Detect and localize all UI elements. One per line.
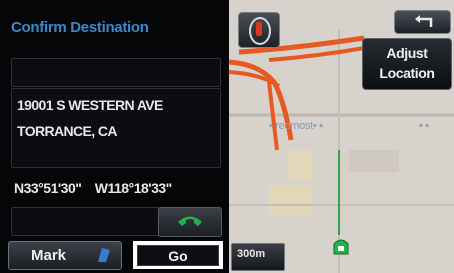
page-title: Confirm Destination <box>11 19 149 36</box>
compass-button[interactable] <box>238 12 280 48</box>
longitude-text: W118°18'33" <box>94 180 173 196</box>
phone-icon <box>178 216 202 226</box>
coordinates: N33°51'30" W118°18'33" <box>14 180 182 196</box>
street-name-label-right: • • <box>419 120 429 132</box>
compass-needle <box>256 22 262 36</box>
map-scale-button[interactable]: 300m <box>231 243 285 271</box>
go-button-label: Go <box>168 248 188 264</box>
address-line-1: 19001 S WESTERN AVE <box>17 97 163 113</box>
adjust-label-line-1: Adjust <box>386 45 428 61</box>
mark-button[interactable]: Mark <box>8 241 122 270</box>
flag-icon <box>98 248 110 262</box>
destination-pin-icon <box>333 239 349 255</box>
map-view[interactable]: Adjust Location • redmost• ▪ • • 300m <box>229 0 454 273</box>
mark-button-label: Mark <box>31 247 67 264</box>
destination-info-panel: Confirm Destination 19001 S WESTERN AVE … <box>0 0 229 273</box>
call-button[interactable] <box>158 207 222 237</box>
address-line-2: TORRANCE, CA <box>17 123 117 139</box>
adjust-label-line-2: Location <box>379 65 435 81</box>
street-name-label: • redmost• ▪ <box>269 120 323 132</box>
go-button-face: Go <box>137 245 219 266</box>
back-arrow-icon <box>415 15 433 27</box>
go-button[interactable]: Go <box>133 241 223 269</box>
latitude-text: N33°51'30" <box>14 180 82 196</box>
navigation-screen: Confirm Destination 19001 S WESTERN AVE … <box>0 0 454 273</box>
back-button[interactable] <box>394 10 451 34</box>
adjust-location-button[interactable]: Adjust Location <box>362 38 452 90</box>
destination-name-field <box>11 58 221 87</box>
address-field: 19001 S WESTERN AVE TORRANCE, CA <box>11 88 221 168</box>
map-scale-label: 300m <box>237 248 266 260</box>
